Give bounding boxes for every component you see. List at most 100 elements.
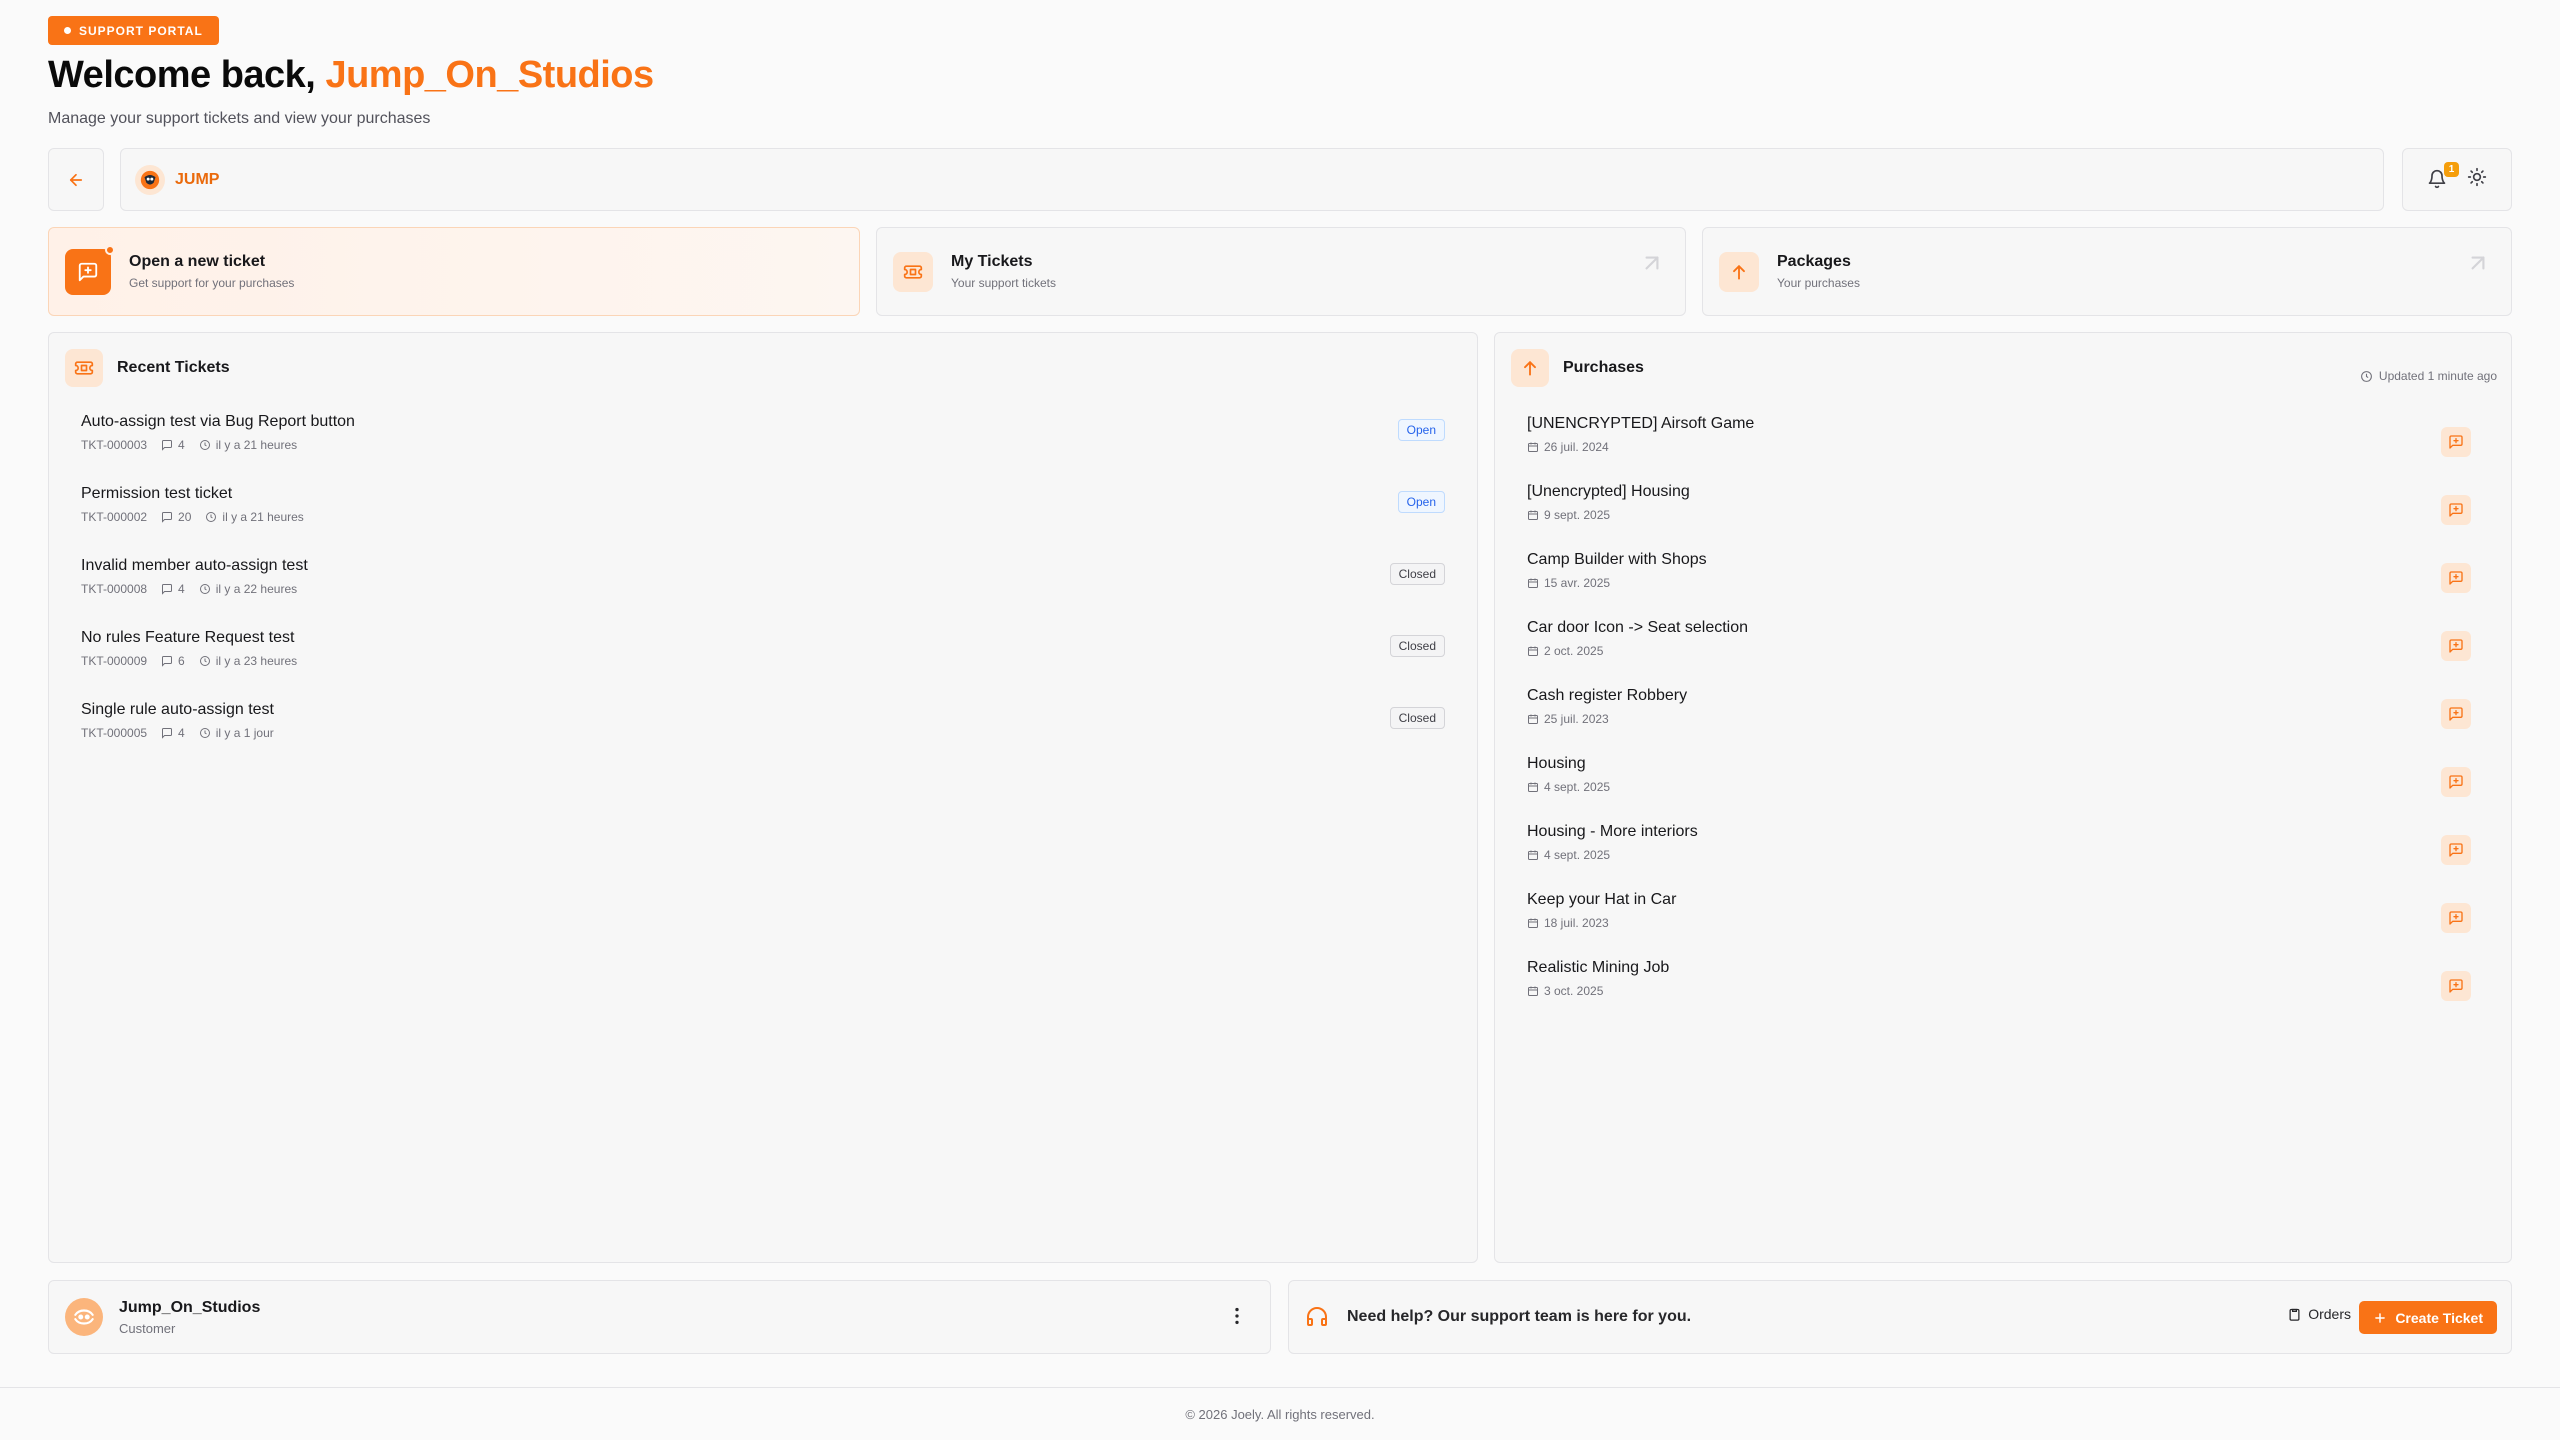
calendar-icon xyxy=(1528,578,1538,588)
calendar-icon xyxy=(1528,442,1538,452)
calendar-icon xyxy=(1528,510,1538,520)
purchase-date: 9 sept. 2025 xyxy=(1527,508,2479,522)
arrow-up-icon xyxy=(1511,349,1549,387)
user-card: Jump_On_Studios Customer xyxy=(48,1280,1271,1354)
purchase-date-value: 18 juil. 2023 xyxy=(1544,916,1609,930)
calendar-icon xyxy=(1528,850,1538,860)
purchase-title: Camp Builder with Shops xyxy=(1527,551,1707,568)
notifications-button[interactable]: 1 xyxy=(2427,161,2459,191)
recent-tickets-panel: Recent Tickets Auto-assign test via Bug … xyxy=(48,332,1478,1263)
purchase-row: Housing 4 sept. 2025 xyxy=(1511,747,2495,815)
status-badge: Closed xyxy=(1389,635,1445,657)
ticket-id: TKT-000002 xyxy=(81,510,148,524)
open-ticket-for-purchase-button[interactable] xyxy=(2441,903,2471,933)
purchase-date: 26 juil. 2024 xyxy=(1527,440,2479,454)
open-ticket-for-purchase-button[interactable] xyxy=(2441,699,2471,729)
panel-header: Purchases xyxy=(1511,349,1644,387)
ticket-time: il y a 1 jour xyxy=(199,726,274,740)
ticket-time: il y a 23 heures xyxy=(199,654,297,668)
open-ticket-for-purchase-button[interactable] xyxy=(2441,563,2471,593)
purchase-date-value: 15 avr. 2025 xyxy=(1544,576,1611,590)
ticket-row[interactable]: Auto-assign test via Bug Report button T… xyxy=(65,405,1461,477)
open-new-ticket-card[interactable]: Open a new ticket Get support for your p… xyxy=(48,227,860,316)
comment-count-value: 20 xyxy=(178,510,192,524)
back-button[interactable] xyxy=(48,148,104,211)
purchase-row: Housing - More interiors 4 sept. 2025 xyxy=(1511,815,2495,883)
message-plus-icon xyxy=(2449,843,2463,857)
message-plus-icon xyxy=(2449,775,2463,789)
purchase-date: 3 oct. 2025 xyxy=(1527,984,2479,998)
purchase-title: Cash register Robbery xyxy=(1527,687,1688,704)
purchase-date: 25 juil. 2023 xyxy=(1527,712,2479,726)
arrow-up-icon xyxy=(1719,251,1759,292)
message-plus-icon xyxy=(2449,979,2463,993)
purchase-date-value: 4 sept. 2025 xyxy=(1544,848,1611,862)
ticket-title: Invalid member auto-assign test xyxy=(81,557,308,574)
purchase-date: 18 juil. 2023 xyxy=(1527,916,2479,930)
comment-count-value: 4 xyxy=(178,726,185,740)
clock-icon xyxy=(206,512,217,522)
ticket-id: TKT-000005 xyxy=(81,726,148,740)
ticket-meta: TKT-000005 4 il y a 1 jour xyxy=(81,726,1445,740)
ticket-id: TKT-000003 xyxy=(81,438,148,452)
brand-logo-icon xyxy=(135,164,165,195)
clock-icon xyxy=(199,440,210,450)
open-ticket-for-purchase-button[interactable] xyxy=(2441,495,2471,525)
theme-toggle-button[interactable] xyxy=(2467,167,2487,192)
open-ticket-for-purchase-button[interactable] xyxy=(2441,767,2471,797)
purchase-title: [UNENCRYPTED] Airsoft Game xyxy=(1527,415,1755,432)
ticket-list: Auto-assign test via Bug Report button T… xyxy=(65,405,1461,765)
packages-card[interactable]: Packages Your purchases xyxy=(1702,227,2512,316)
ticket-row[interactable]: Invalid member auto-assign test TKT-0000… xyxy=(65,549,1461,621)
user-avatar-icon xyxy=(74,1309,94,1325)
user-role: Customer xyxy=(119,1320,176,1336)
open-ticket-for-purchase-button[interactable] xyxy=(2441,631,2471,661)
comment-count: 4 xyxy=(161,726,185,740)
ticket-title: Permission test ticket xyxy=(81,485,233,502)
comment-icon xyxy=(162,584,173,595)
ticket-title: Auto-assign test via Bug Report button xyxy=(81,413,355,430)
orders-button[interactable]: Orders xyxy=(2287,1306,2351,1322)
panel-title: Recent Tickets xyxy=(117,359,230,376)
purchase-list: [UNENCRYPTED] Airsoft Game 26 juil. 2024… xyxy=(1511,407,2495,1019)
purchase-title: Keep your Hat in Car xyxy=(1527,891,1677,908)
panel-header: Recent Tickets xyxy=(65,349,230,387)
user-menu-button[interactable] xyxy=(1226,1305,1248,1332)
clipboard-icon xyxy=(2289,1308,2300,1321)
badge-label: SUPPORT PORTAL xyxy=(79,23,203,38)
ticket-row[interactable]: No rules Feature Request test TKT-000009… xyxy=(65,621,1461,693)
purchase-date: 15 avr. 2025 xyxy=(1527,576,2479,590)
comment-count-value: 4 xyxy=(178,582,185,596)
qa-subtitle: Your support tickets xyxy=(951,276,1056,290)
calendar-icon xyxy=(1528,782,1538,792)
status-badge: Open xyxy=(1397,419,1445,441)
open-ticket-for-purchase-button[interactable] xyxy=(2441,427,2471,457)
calendar-icon xyxy=(1528,986,1538,996)
brand-bar[interactable]: JUMP xyxy=(120,148,2384,211)
calendar-icon xyxy=(1528,646,1538,656)
purchase-row: [Unencrypted] Housing 9 sept. 2025 xyxy=(1511,475,2495,543)
avatar xyxy=(65,1298,103,1336)
create-ticket-button[interactable]: Create Ticket xyxy=(2359,1301,2497,1334)
support-portal-badge: SUPPORT PORTAL xyxy=(48,16,219,45)
purchase-date-value: 9 sept. 2025 xyxy=(1544,508,1611,522)
brand-name: JUMP xyxy=(175,170,220,188)
calendar-icon xyxy=(1528,918,1538,928)
user-name: Jump_On_Studios xyxy=(119,1298,261,1316)
purchases-panel: Purchases Updated 1 minute ago [UNENCRYP… xyxy=(1494,332,2512,1263)
clock-icon xyxy=(2360,370,2372,382)
open-ticket-for-purchase-button[interactable] xyxy=(2441,835,2471,865)
orders-label: Orders xyxy=(2308,1306,2351,1322)
ticket-row[interactable]: Permission test ticket TKT-000002 20 il … xyxy=(65,477,1461,549)
ticket-time-value: il y a 21 heures xyxy=(222,510,304,524)
new-indicator-dot xyxy=(105,244,115,255)
purchase-row: Car door Icon -> Seat selection 2 oct. 2… xyxy=(1511,611,2495,679)
purchase-title: [Unencrypted] Housing xyxy=(1527,483,1690,500)
ticket-row[interactable]: Single rule auto-assign test TKT-000005 … xyxy=(65,693,1461,765)
message-plus-icon xyxy=(65,244,115,295)
ticket-meta: TKT-000009 6 il y a 23 heures xyxy=(81,654,1445,668)
tools-bar: 1 xyxy=(2402,148,2512,211)
open-ticket-for-purchase-button[interactable] xyxy=(2441,971,2471,1001)
purchase-title: Realistic Mining Job xyxy=(1527,959,1670,976)
my-tickets-card[interactable]: My Tickets Your support tickets xyxy=(876,227,1686,316)
